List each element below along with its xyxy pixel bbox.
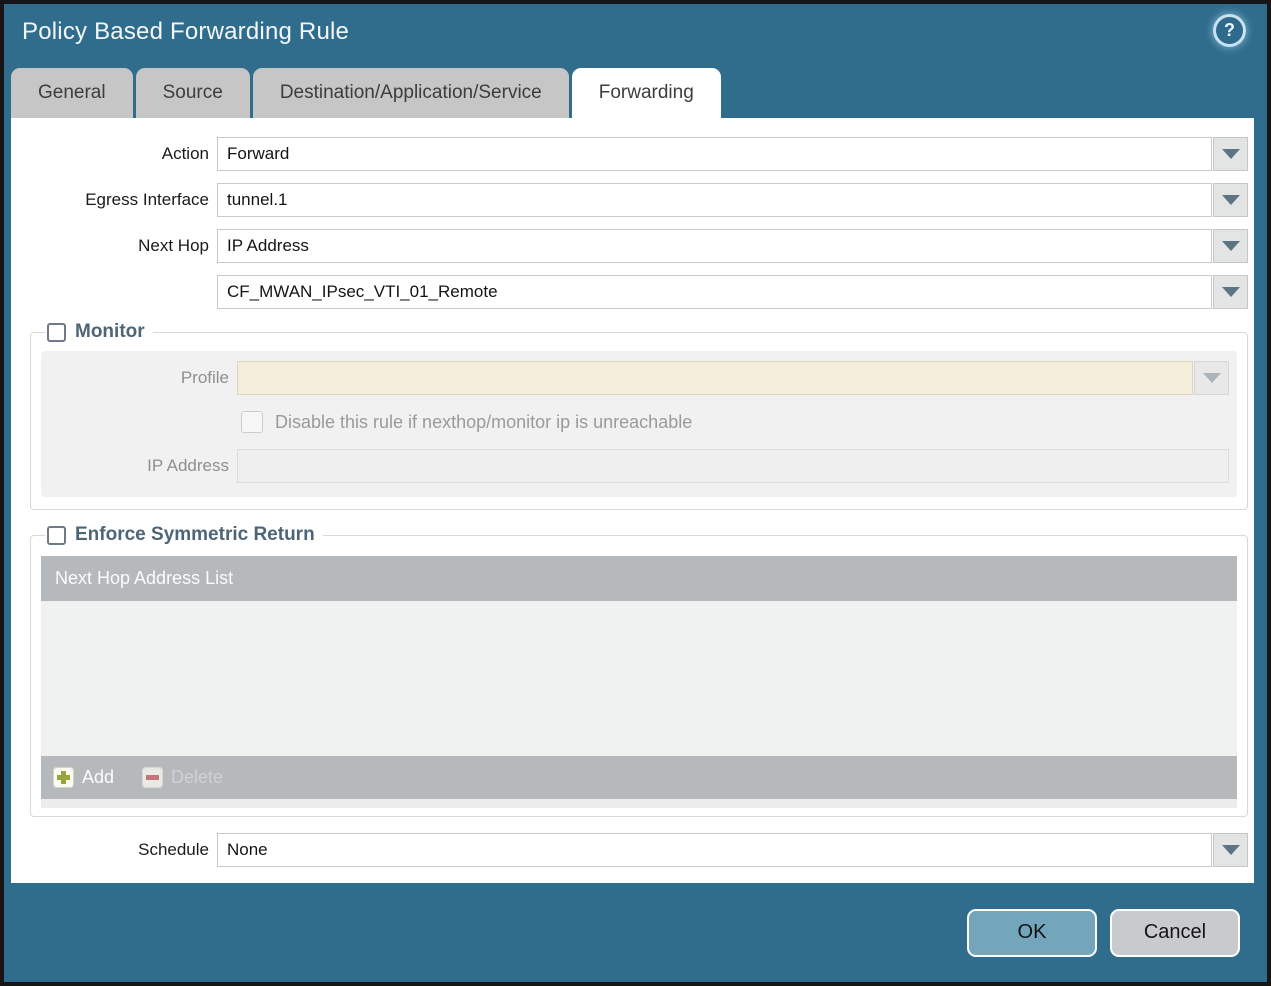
- monitor-ip-row: IP Address: [51, 449, 1229, 483]
- profile-select: [237, 361, 1229, 395]
- dialog-title: Policy Based Forwarding Rule: [22, 18, 350, 45]
- pbf-rule-dialog: Policy Based Forwarding Rule ? General S…: [0, 0, 1271, 986]
- tab-bar: General Source Destination/Application/S…: [11, 62, 1254, 118]
- egress-interface-label: Egress Interface: [85, 190, 209, 209]
- table-header-next-hop-address-list: Next Hop Address List: [41, 556, 1237, 601]
- next-hop-type-dropdown-button[interactable]: [1213, 229, 1248, 263]
- tab-destination-application-service[interactable]: Destination/Application/Service: [252, 68, 569, 118]
- egress-interface-value[interactable]: tunnel.1: [217, 183, 1212, 217]
- chevron-down-icon: [1202, 373, 1221, 383]
- next-hop-label: Next Hop: [138, 236, 209, 255]
- profile-dropdown-button[interactable]: [1194, 361, 1229, 395]
- tab-forwarding[interactable]: Forwarding: [571, 68, 721, 118]
- tab-general[interactable]: General: [11, 68, 133, 118]
- table-body-empty[interactable]: [41, 601, 1237, 756]
- schedule-value[interactable]: None: [217, 833, 1212, 867]
- delete-button[interactable]: Delete: [142, 767, 223, 788]
- schedule-row: Schedule None: [11, 833, 1254, 867]
- dialog-titlebar: Policy Based Forwarding Rule ?: [4, 4, 1267, 62]
- next-hop-address-dropdown-button[interactable]: [1213, 275, 1248, 309]
- chevron-down-icon: [1221, 195, 1240, 205]
- help-icon[interactable]: ?: [1216, 17, 1243, 44]
- monitor-panel: Profile Disable this rule if nexthop/mon…: [41, 351, 1237, 497]
- egress-interface-dropdown-button[interactable]: [1213, 183, 1248, 217]
- egress-interface-row: Egress Interface tunnel.1: [11, 183, 1254, 217]
- forwarding-tab-panel: Action Forward Egress Interface tunnel.1…: [11, 118, 1254, 883]
- chevron-down-icon: [1221, 149, 1240, 159]
- next-hop-row: Next Hop IP Address: [11, 229, 1254, 263]
- action-value[interactable]: Forward: [217, 137, 1212, 171]
- monitor-fieldset: Monitor Profile Disable this rule if nex…: [30, 321, 1248, 510]
- chevron-down-icon: [1221, 845, 1240, 855]
- next-hop-address-row: CF_MWAN_IPsec_VTI_01_Remote: [11, 275, 1254, 309]
- cancel-button[interactable]: Cancel: [1110, 908, 1240, 957]
- monitor-legend: Monitor: [45, 321, 153, 343]
- symmetric-return-legend: Enforce Symmetric Return: [45, 524, 323, 546]
- chevron-down-icon: [1221, 241, 1240, 251]
- chevron-down-icon: [1221, 287, 1240, 297]
- action-row: Action Forward: [11, 137, 1254, 171]
- disable-rule-row: Disable this rule if nexthop/monitor ip …: [241, 409, 1229, 435]
- next-hop-address-value[interactable]: CF_MWAN_IPsec_VTI_01_Remote: [217, 275, 1212, 309]
- delete-minus-icon: [142, 767, 164, 788]
- add-button[interactable]: Add: [53, 767, 114, 788]
- action-select: Forward: [217, 137, 1248, 171]
- delete-button-label: Delete: [171, 767, 224, 787]
- next-hop-address-select: CF_MWAN_IPsec_VTI_01_Remote: [217, 275, 1248, 309]
- schedule-label: Schedule: [138, 840, 209, 859]
- schedule-select: None: [217, 833, 1248, 867]
- action-label: Action: [161, 144, 209, 163]
- next-hop-type-value[interactable]: IP Address: [217, 229, 1212, 263]
- action-dropdown-button[interactable]: [1213, 137, 1248, 171]
- monitor-ip-label: IP Address: [147, 456, 229, 475]
- profile-value[interactable]: [237, 361, 1193, 395]
- egress-interface-select: tunnel.1: [217, 183, 1248, 217]
- next-hop-type-select: IP Address: [217, 229, 1248, 263]
- add-button-label: Add: [82, 767, 115, 787]
- tab-source[interactable]: Source: [135, 68, 250, 118]
- table-toolbar: Add Delete: [41, 756, 1237, 799]
- table-scroll-strip: [41, 799, 1237, 808]
- monitor-checkbox[interactable]: [47, 322, 66, 342]
- ok-button[interactable]: OK: [967, 908, 1097, 957]
- next-hop-address-list-table: Next Hop Address List Add Delete: [41, 556, 1237, 808]
- symmetric-return-fieldset: Enforce Symmetric Return Next Hop Addres…: [30, 524, 1248, 817]
- profile-row: Profile: [51, 361, 1229, 395]
- symmetric-return-legend-label: Enforce Symmetric Return: [75, 524, 315, 545]
- monitor-legend-label: Monitor: [75, 321, 145, 342]
- disable-rule-label: Disable this rule if nexthop/monitor ip …: [275, 411, 693, 432]
- schedule-dropdown-button[interactable]: [1213, 833, 1248, 867]
- monitor-ip-input[interactable]: [237, 449, 1229, 483]
- profile-label: Profile: [180, 368, 229, 387]
- dialog-footer: OK Cancel: [4, 883, 1267, 982]
- add-plus-icon: [53, 767, 74, 788]
- symmetric-return-checkbox[interactable]: [47, 525, 66, 545]
- disable-rule-checkbox[interactable]: [241, 411, 263, 433]
